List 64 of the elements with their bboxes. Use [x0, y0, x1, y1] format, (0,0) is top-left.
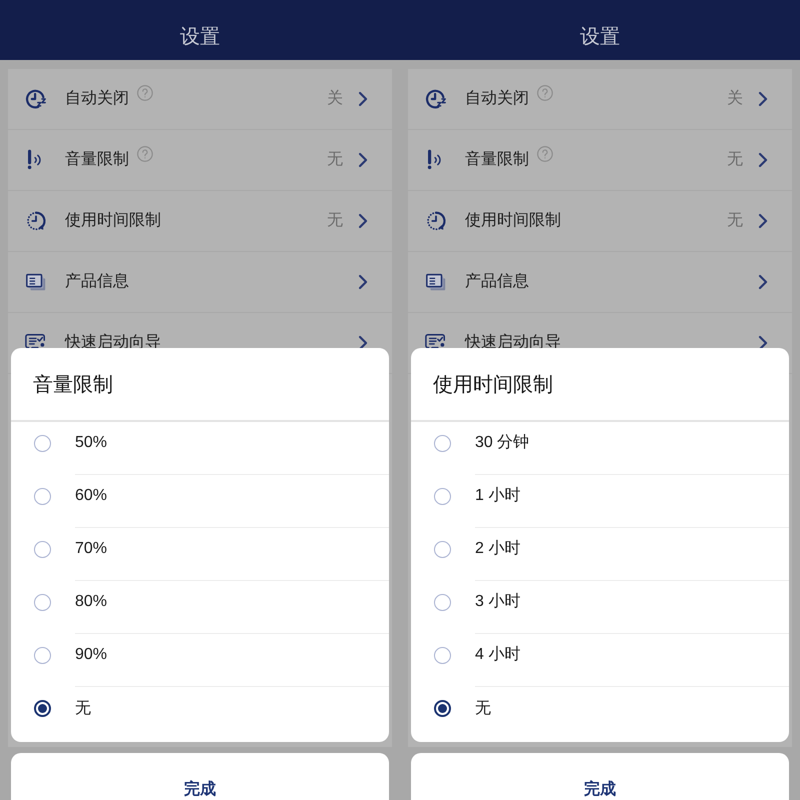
settings-label[interactable]: 自动关闭 — [465, 89, 529, 109]
settings-value: 无 — [727, 211, 743, 231]
option-label[interactable]: 无 — [75, 698, 91, 718]
radio-button[interactable] — [34, 541, 51, 558]
radio-button[interactable] — [434, 647, 451, 664]
help-icon[interactable] — [537, 85, 553, 101]
radio-button[interactable] — [34, 435, 51, 452]
radio-button[interactable] — [34, 488, 51, 505]
option-label[interactable]: 1 小时 — [475, 486, 520, 506]
chevron-right-icon[interactable] — [758, 152, 768, 168]
radio-button[interactable] — [34, 700, 51, 717]
settings-label[interactable]: 使用时间限制 — [465, 211, 561, 231]
radio-button[interactable] — [434, 435, 451, 452]
help-icon[interactable] — [137, 146, 153, 162]
option-label[interactable]: 4 小时 — [475, 645, 520, 665]
settings-value: 关 — [727, 89, 743, 109]
settings-label[interactable]: 自动关闭 — [65, 89, 129, 109]
radio-button[interactable] — [34, 594, 51, 611]
settings-value: 无 — [727, 150, 743, 170]
option-label[interactable]: 80% — [75, 592, 108, 612]
sheet-title: 音量限制 — [33, 373, 113, 398]
option-label[interactable]: 无 — [475, 698, 491, 718]
settings-value: 无 — [327, 150, 343, 170]
radio-button[interactable] — [434, 594, 451, 611]
option-label[interactable]: 90% — [75, 645, 108, 665]
sheet-title: 使用时间限制 — [433, 373, 553, 398]
help-icon[interactable] — [537, 146, 553, 162]
option-label[interactable]: 2 小时 — [475, 539, 520, 559]
settings-label[interactable]: 产品信息 — [465, 272, 529, 292]
done-button[interactable]: 完成 — [411, 753, 789, 800]
settings-value: 无 — [327, 211, 343, 231]
chevron-right-icon[interactable] — [758, 91, 768, 107]
option-label[interactable]: 50% — [75, 433, 108, 453]
help-icon[interactable] — [137, 85, 153, 101]
radio-button[interactable] — [34, 647, 51, 664]
radio-button[interactable] — [434, 541, 451, 558]
settings-value: 关 — [327, 89, 343, 109]
radio-button[interactable] — [434, 700, 451, 717]
option-label[interactable]: 70% — [75, 539, 108, 559]
chevron-right-icon[interactable] — [358, 91, 368, 107]
radio-button[interactable] — [434, 488, 451, 505]
chevron-right-icon[interactable] — [358, 213, 368, 229]
option-label[interactable]: 60% — [75, 486, 108, 506]
stacked-cards-icon — [25, 271, 47, 293]
chevron-right-icon[interactable] — [358, 152, 368, 168]
chevron-right-icon[interactable] — [758, 335, 768, 351]
option-label[interactable]: 3 小时 — [475, 592, 520, 612]
settings-label[interactable]: 音量限制 — [465, 150, 529, 170]
settings-label[interactable]: 音量限制 — [65, 150, 129, 170]
header-title: 设置 — [580, 25, 620, 49]
dotted-clock-icon — [25, 210, 47, 232]
dotted-clock-icon — [425, 210, 447, 232]
option-label[interactable]: 30 分钟 — [475, 433, 530, 453]
settings-label[interactable]: 产品信息 — [65, 272, 129, 292]
stacked-cards-icon — [425, 271, 447, 293]
clock-zzz-icon — [25, 88, 47, 110]
header-title: 设置 — [180, 25, 220, 49]
chevron-right-icon[interactable] — [758, 213, 768, 229]
chevron-right-icon[interactable] — [758, 274, 768, 290]
done-button[interactable]: 完成 — [11, 753, 389, 800]
clock-zzz-icon — [425, 88, 447, 110]
chevron-right-icon[interactable] — [358, 335, 368, 351]
settings-label[interactable]: 使用时间限制 — [65, 211, 161, 231]
chevron-right-icon[interactable] — [358, 274, 368, 290]
